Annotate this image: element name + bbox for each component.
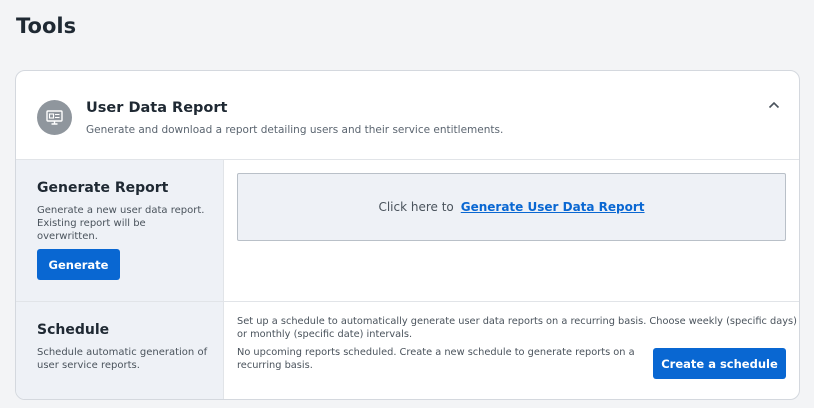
collapse-button[interactable]: [764, 95, 784, 115]
generate-prompt-text: Click here to: [378, 200, 454, 214]
card-subtitle: Generate and download a report detailing…: [86, 124, 504, 136]
generate-section-title: Generate Report: [37, 180, 169, 196]
page-title: Tools: [16, 14, 77, 38]
chevron-up-icon: [768, 101, 780, 109]
section-divider: [16, 301, 799, 302]
generate-user-data-report-link[interactable]: Generate User Data Report: [461, 200, 645, 214]
card-title: User Data Report: [86, 100, 228, 116]
user-data-report-card: User Data Report Generate and download a…: [15, 70, 800, 400]
generate-report-box: Click here to Generate User Data Report: [237, 173, 786, 241]
generate-section-description: Generate a new user data report. Existin…: [37, 205, 205, 242]
generate-button[interactable]: Generate: [37, 249, 120, 280]
schedule-info-text: Set up a schedule to automatically gener…: [237, 316, 797, 340]
schedule-section-description: Schedule automatic generation of user se…: [37, 347, 208, 371]
schedule-section-title: Schedule: [37, 322, 110, 338]
card-header[interactable]: User Data Report Generate and download a…: [16, 71, 799, 160]
schedule-status-text: No upcoming reports scheduled. Create a …: [237, 347, 635, 371]
report-icon: [37, 100, 72, 135]
create-schedule-button[interactable]: Create a schedule: [653, 348, 786, 379]
